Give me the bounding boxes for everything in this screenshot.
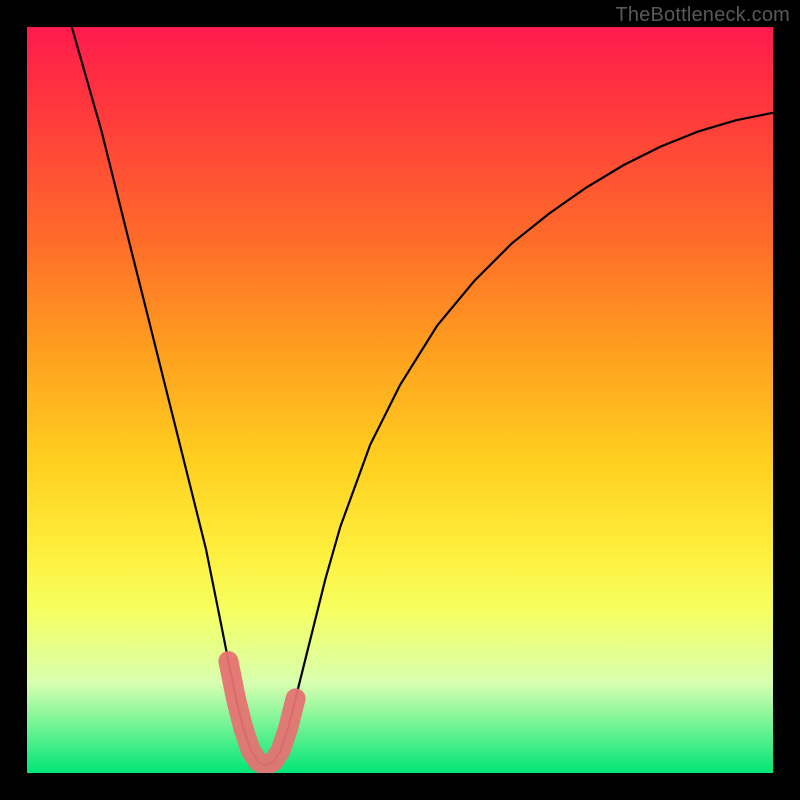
bottleneck-marker [228, 661, 295, 765]
chart-frame: TheBottleneck.com [0, 0, 800, 800]
bottleneck-curve [72, 27, 773, 766]
bottleneck-curve-svg [27, 27, 773, 773]
watermark-text: TheBottleneck.com [615, 4, 790, 27]
plot-area [27, 27, 773, 773]
